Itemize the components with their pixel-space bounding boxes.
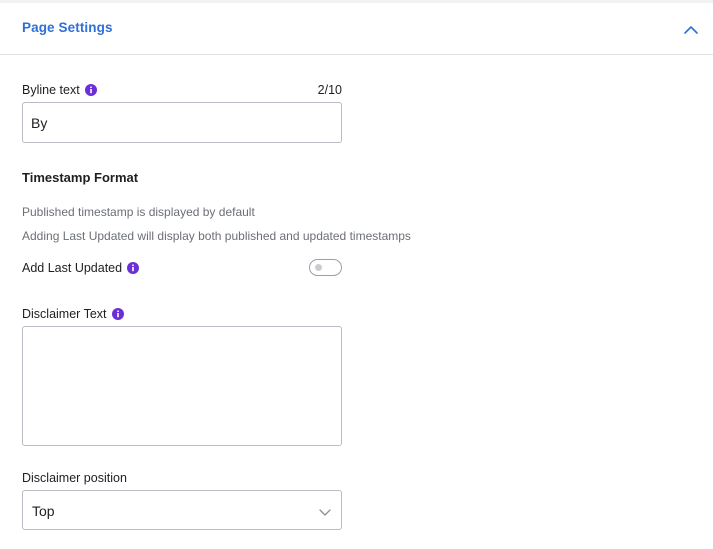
add-last-updated-label-row: Add Last Updated <box>22 261 140 275</box>
disclaimer-text-label: Disclaimer Text <box>22 307 107 321</box>
disclaimer-text-area[interactable] <box>22 326 342 446</box>
timestamp-help-text-2: Adding Last Updated will display both pu… <box>22 229 411 243</box>
disclaimer-text-label-row: Disclaimer Text <box>22 307 124 321</box>
info-icon[interactable] <box>111 308 124 320</box>
byline-label: Byline text <box>22 83 80 97</box>
add-last-updated-toggle[interactable] <box>309 259 342 276</box>
chevron-up-icon[interactable] <box>680 18 702 40</box>
add-last-updated-label: Add Last Updated <box>22 261 123 275</box>
info-icon[interactable] <box>127 262 140 274</box>
chevron-down-icon <box>319 505 331 517</box>
timestamp-format-heading: Timestamp Format <box>22 170 139 185</box>
byline-text-input[interactable] <box>22 102 342 143</box>
disclaimer-position-label: Disclaimer position <box>22 471 127 485</box>
section-header[interactable]: Page Settings <box>0 3 713 55</box>
byline-label-row: Byline text <box>22 83 97 97</box>
info-icon[interactable] <box>84 84 97 96</box>
page-settings-panel: Page Settings Byline text 2/10 Timestamp… <box>0 0 713 549</box>
disclaimer-position-label-row: Disclaimer position <box>22 471 127 485</box>
byline-character-counter: 2/10 <box>317 83 342 97</box>
timestamp-help-text-1: Published timestamp is displayed by defa… <box>22 205 255 219</box>
disclaimer-position-select[interactable]: Top <box>22 490 342 530</box>
section-title: Page Settings <box>22 20 113 35</box>
toggle-knob <box>315 264 322 271</box>
disclaimer-position-value: Top <box>32 503 55 519</box>
